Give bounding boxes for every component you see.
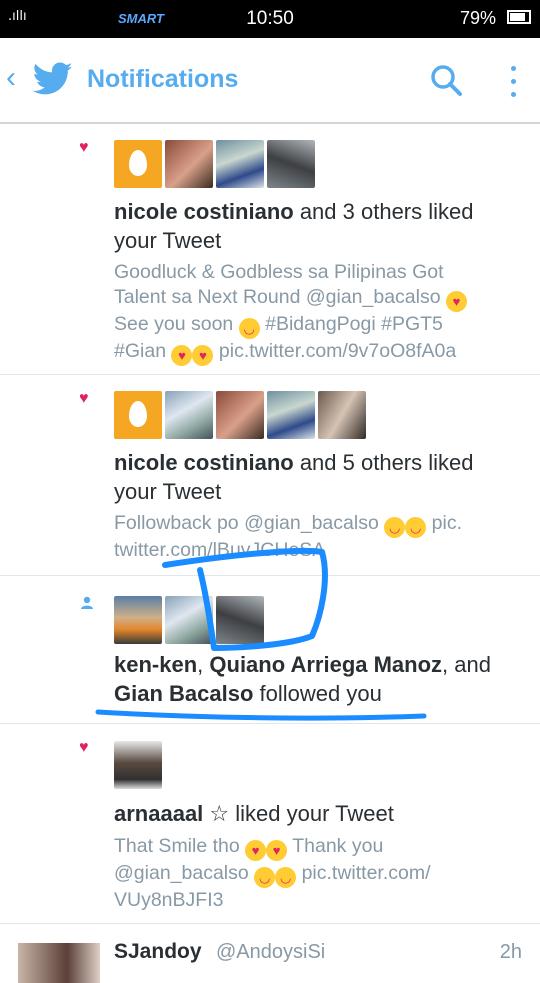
- back-chevron-icon[interactable]: ‹: [6, 60, 16, 96]
- twitter-bird-icon: [33, 62, 73, 95]
- avatar[interactable]: [216, 140, 264, 188]
- tweet-author-handle[interactable]: @AndoysiSi: [216, 941, 325, 964]
- notification-text: nicole costiniano and 3 others liked you…: [114, 199, 474, 253]
- tweet-timestamp: 2h: [499, 941, 522, 963]
- heart-eyes-emoji-icon: ♥: [171, 345, 193, 366]
- heart-eyes-emoji-icon: ♥: [245, 840, 267, 861]
- avatar[interactable]: [318, 391, 366, 439]
- avatar-row: [114, 140, 315, 188]
- status-bar: .ıllı SMART 10:50 79%: [0, 0, 540, 38]
- heart-eyes-emoji-icon: ♥: [192, 345, 214, 366]
- avatar[interactable]: [114, 391, 162, 439]
- blush-emoji-icon: ◡: [254, 867, 276, 888]
- heart-icon: ♥: [79, 390, 89, 407]
- notification-item[interactable]: ♥ arnaaaal ☆ liked your Tweet That Smile…: [0, 724, 540, 924]
- tears-of-joy-emoji-icon: ◡: [405, 517, 427, 538]
- avatar-row: [114, 741, 162, 789]
- notification-text: nicole costiniano and 5 others liked you…: [114, 450, 474, 504]
- avatar[interactable]: [114, 741, 162, 789]
- tweet-text: Followback po @gian_bacalso ◡ ◡ pic. twit…: [114, 512, 462, 561]
- person-icon: [81, 596, 93, 609]
- avatar[interactable]: [216, 596, 264, 644]
- search-icon[interactable]: [428, 62, 464, 98]
- actor-name[interactable]: nicole costiniano: [114, 450, 294, 475]
- notification-item[interactable]: ♥ nicole costiniano and 5 others liked y…: [0, 375, 540, 576]
- battery-percent: 79%: [459, 8, 496, 28]
- tweet-author-name[interactable]: SJandoy: [114, 940, 202, 964]
- page-title: Notifications: [87, 65, 239, 93]
- actor-name[interactable]: arnaaaal: [114, 801, 203, 826]
- actor-name[interactable]: ken-ken: [114, 652, 197, 677]
- avatar-row: [114, 391, 366, 439]
- heart-icon: ♥: [79, 139, 89, 156]
- actor-name[interactable]: Quiano Arriega Manoz: [209, 652, 442, 677]
- avatar[interactable]: [165, 391, 213, 439]
- app-bar: ‹ Notifications: [0, 38, 540, 124]
- avatar-row: [114, 596, 264, 644]
- battery-icon: [507, 10, 531, 24]
- notification-item[interactable]: ken-ken, Quiano Arriega Manoz, and Gian …: [0, 576, 540, 724]
- notification-text: ken-ken, Quiano Arriega Manoz, and Gian …: [114, 652, 491, 706]
- avatar[interactable]: [216, 391, 264, 439]
- smile-emoji-icon: ◡: [238, 318, 260, 339]
- avatar[interactable]: [165, 140, 213, 188]
- notification-text: arnaaaal ☆ liked your Tweet: [114, 801, 394, 827]
- tweet-text: Goodluck & Godbless sa Pilipinas Got Tal…: [114, 260, 512, 366]
- tweet-row[interactable]: SJandoy @AndoysiSi 2h: [0, 925, 540, 983]
- avatar[interactable]: [114, 596, 162, 644]
- tears-of-joy-emoji-icon: ◡: [384, 517, 406, 538]
- avatar[interactable]: [267, 391, 315, 439]
- overflow-menu-icon[interactable]: [500, 60, 528, 104]
- avatar[interactable]: [267, 140, 315, 188]
- tweet-text: That Smile tho ♥ ♥ Thank you @gian_bacals…: [114, 835, 431, 911]
- notification-list: ♥ nicole costiniano and 3 others liked y…: [0, 124, 540, 924]
- avatar[interactable]: [165, 596, 213, 644]
- blush-emoji-icon: ◡: [275, 867, 297, 888]
- actor-name[interactable]: Gian Bacalso: [114, 681, 253, 706]
- kiss-emoji-icon: ♥: [446, 291, 467, 312]
- actor-name[interactable]: nicole costiniano: [114, 199, 294, 224]
- heart-eyes-emoji-icon: ♥: [266, 840, 288, 861]
- notification-item[interactable]: ♥ nicole costiniano and 3 others liked y…: [0, 124, 540, 375]
- avatar[interactable]: [114, 140, 162, 188]
- avatar[interactable]: [18, 943, 100, 983]
- heart-icon: ♥: [79, 739, 89, 756]
